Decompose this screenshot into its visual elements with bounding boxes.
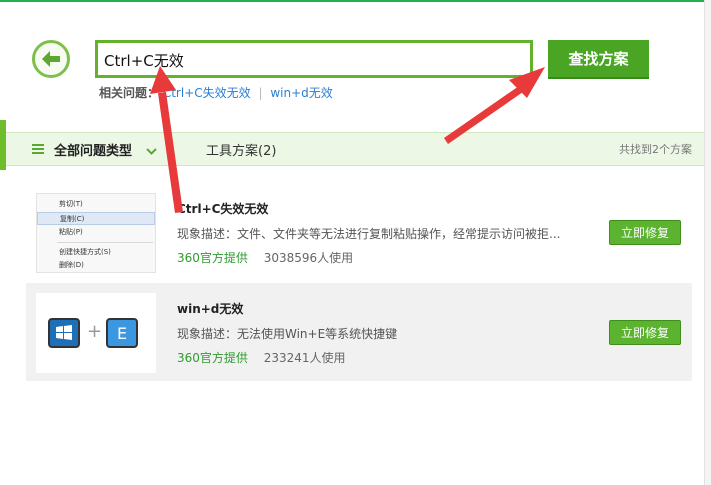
menu-delete: 删除(D)	[59, 261, 84, 269]
filter-tab-bar: 全部问题类型 工具方案(2) 共找到2个方案	[6, 132, 704, 166]
plus-sign: +	[87, 321, 103, 342]
chevron-down-icon	[146, 140, 157, 159]
result-provider: 360官方提供	[177, 251, 248, 265]
related-questions: 相关问题： Ctrl+C失效无效 | win+d无效	[99, 84, 333, 101]
shortcut-keys-thumbnail: + E	[36, 293, 156, 373]
result-item: + E win+d无效 现象描述：无法使用Win+E等系统快捷键 360官方提供…	[26, 283, 692, 381]
back-arrow-icon	[42, 51, 60, 67]
result-usage: 3038596人使用	[263, 251, 354, 265]
context-menu-thumbnail: 剪切(T) 复制(C) 粘贴(P) 创建快捷方式(S) 删除(D)	[36, 193, 156, 273]
search-input[interactable]	[104, 47, 524, 73]
scrollbar[interactable]	[704, 0, 711, 485]
menu-cut: 剪切(T)	[59, 200, 83, 208]
result-meta: 360官方提供 3038596人使用	[177, 249, 353, 266]
result-item: 剪切(T) 复制(C) 粘贴(P) 创建快捷方式(S) 删除(D) Ctrl+C…	[26, 183, 692, 281]
back-button[interactable]	[32, 40, 70, 78]
result-description: 现象描述：文件、文件夹等无法进行复制粘贴操作，经常提示访问被拒...	[177, 227, 561, 241]
tab-tool-solutions[interactable]: 工具方案(2)	[206, 133, 276, 165]
result-usage: 233241人使用	[263, 351, 346, 365]
result-title[interactable]: win+d无效	[177, 300, 243, 317]
e-key-icon: E	[106, 318, 138, 348]
fix-now-button[interactable]: 立即修复	[609, 320, 681, 345]
e-key-label: E	[116, 323, 128, 343]
find-solution-button[interactable]: 查找方案	[548, 40, 649, 79]
related-link-ctrl-c[interactable]: Ctrl+C失效无效	[163, 86, 251, 100]
found-count: 共找到2个方案	[619, 143, 692, 156]
menu-create-shortcut: 创建快捷方式(S)	[59, 248, 111, 256]
related-separator: |	[258, 86, 263, 100]
result-meta: 360官方提供 233241人使用	[177, 349, 346, 366]
menu-paste: 粘贴(P)	[59, 228, 83, 236]
list-icon	[32, 143, 44, 155]
related-link-win-d[interactable]: win+d无效	[270, 86, 332, 100]
related-label: 相关问题：	[99, 86, 160, 100]
menu-copy: 复制(C)	[37, 212, 155, 225]
tab-all-problem-types[interactable]: 全部问题类型	[32, 133, 157, 165]
top-accent-line	[0, 0, 711, 2]
result-title[interactable]: Ctrl+C失效无效	[177, 200, 268, 217]
fix-now-button[interactable]: 立即修复	[609, 220, 681, 245]
tab-all-label: 全部问题类型	[54, 143, 133, 159]
result-provider: 360官方提供	[177, 351, 248, 365]
menu-divider	[57, 242, 153, 243]
search-box[interactable]	[95, 40, 533, 78]
result-description: 现象描述：无法使用Win+E等系统快捷键	[177, 327, 398, 341]
windows-key-icon	[48, 318, 80, 348]
